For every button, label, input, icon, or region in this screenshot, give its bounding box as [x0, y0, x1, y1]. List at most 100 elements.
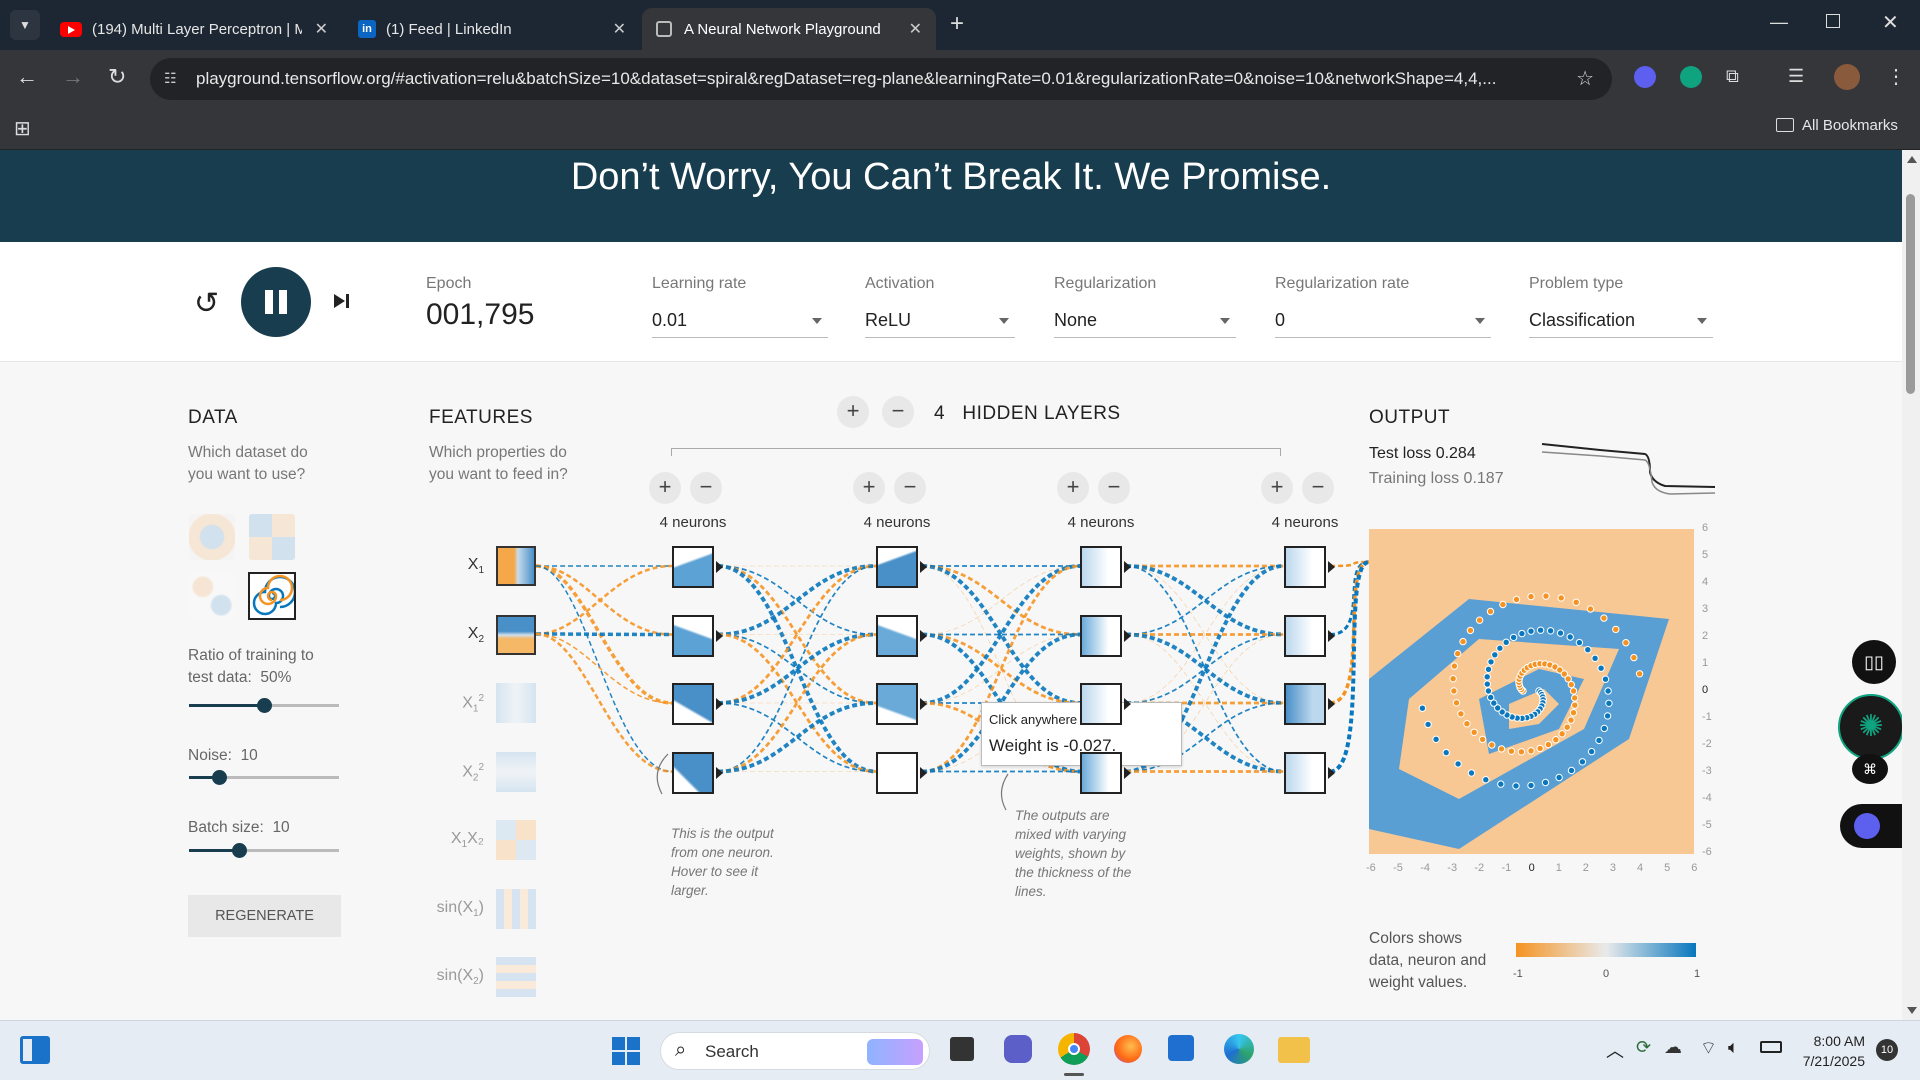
neuron[interactable]	[672, 546, 714, 588]
close-icon[interactable]: ✕	[315, 19, 328, 39]
neuron[interactable]	[876, 751, 918, 794]
grid-tool-button[interactable]: ⌘	[1852, 754, 1888, 784]
neuron[interactable]	[876, 546, 918, 588]
weight-link[interactable]	[535, 632, 673, 773]
weight-link[interactable]	[921, 564, 1081, 705]
media-icon[interactable]: ☰	[1788, 66, 1804, 87]
volume-icon[interactable]: 🔈︎	[1728, 1037, 1739, 1058]
tab-linkedin[interactable]: in (1) Feed | LinkedIn ✕	[344, 8, 640, 50]
page-scrollbar[interactable]	[1902, 150, 1920, 1020]
wifi-icon[interactable]: ⌔	[1700, 1037, 1717, 1060]
neuron[interactable]	[1284, 683, 1326, 725]
neuron[interactable]	[672, 683, 714, 725]
forward-icon[interactable]: →	[62, 64, 84, 90]
weight-link[interactable]	[717, 564, 877, 705]
regularization-rate-select[interactable]: 0	[1275, 310, 1491, 338]
weight-link[interactable]	[1125, 565, 1285, 704]
weight-link[interactable]	[921, 633, 1081, 705]
profile-avatar[interactable]	[1834, 64, 1860, 90]
weight-link[interactable]	[1329, 560, 1370, 705]
weight-link[interactable]	[921, 564, 1081, 705]
close-icon[interactable]: ✕	[909, 19, 922, 39]
remove-neuron-button[interactable]: −	[894, 472, 926, 504]
minimize-button[interactable]: —	[1770, 12, 1788, 33]
extensions-icon[interactable]: ⧉	[1726, 66, 1739, 87]
weight-link[interactable]	[717, 633, 877, 773]
reset-button[interactable]: ↺	[194, 286, 219, 321]
firefox-icon[interactable]	[1114, 1035, 1142, 1063]
neuron[interactable]	[1080, 546, 1122, 588]
weight-link[interactable]	[535, 633, 673, 704]
weight-link[interactable]	[717, 564, 877, 774]
edge-icon[interactable]	[1224, 1034, 1254, 1064]
task-view-icon[interactable]	[950, 1037, 974, 1061]
site-info-icon[interactable]: ☷	[164, 70, 177, 87]
add-neuron-button[interactable]: +	[649, 472, 681, 504]
chat-app-icon[interactable]	[1004, 1035, 1032, 1063]
tab-playground[interactable]: A Neural Network Playground ✕	[642, 8, 936, 50]
scrollbar-thumb[interactable]	[1906, 194, 1915, 394]
extension-icon[interactable]	[1634, 66, 1656, 88]
start-icon[interactable]	[612, 1037, 640, 1065]
notification-badge[interactable]: 10	[1876, 1039, 1898, 1061]
chrome-icon[interactable]	[1058, 1033, 1090, 1065]
file-explorer-icon[interactable]	[1278, 1037, 1310, 1063]
neuron[interactable]	[1080, 683, 1122, 725]
sync-icon[interactable]: ⟳	[1636, 1037, 1651, 1058]
close-window-button[interactable]: ✕	[1882, 10, 1899, 35]
weight-link[interactable]	[717, 633, 877, 773]
restore-button[interactable]	[1826, 14, 1840, 28]
address-bar[interactable]: ☷ playground.tensorflow.org/#activation=…	[150, 58, 1612, 100]
weight-link[interactable]	[535, 565, 673, 773]
back-icon[interactable]: ←	[16, 64, 38, 90]
weight-link[interactable]	[535, 564, 673, 636]
neuron[interactable]	[672, 614, 714, 657]
neuron[interactable]	[1284, 751, 1326, 794]
star-icon[interactable]: ☆	[1576, 66, 1594, 91]
clock[interactable]: 8:00 AM 7/21/2025	[1795, 1031, 1865, 1071]
apps-icon[interactable]: ⊞	[14, 116, 31, 141]
cloud-icon[interactable]: ☁	[1664, 1037, 1682, 1058]
neuron[interactable]	[876, 683, 918, 725]
weight-link[interactable]	[717, 565, 877, 773]
add-neuron-button[interactable]: +	[1057, 472, 1089, 504]
neuron[interactable]	[1080, 614, 1122, 657]
remove-neuron-button[interactable]: −	[690, 472, 722, 504]
menu-icon[interactable]: ⋮	[1886, 64, 1906, 89]
chevron-up-icon[interactable]: ︿	[1606, 1037, 1624, 1063]
tab-youtube[interactable]: (194) Multi Layer Perceptron | M ✕	[46, 8, 342, 50]
problem-type-select[interactable]: Classification	[1529, 310, 1713, 338]
weight-link[interactable]	[717, 632, 877, 705]
remove-neuron-button[interactable]: −	[1098, 472, 1130, 504]
reload-icon[interactable]: ↻	[108, 64, 126, 90]
reader-mode-button[interactable]: ▯▯	[1852, 640, 1896, 684]
tab-search-button[interactable]: ▼	[10, 10, 40, 40]
chatgpt-button[interactable]: ✺	[1838, 694, 1904, 760]
add-neuron-button[interactable]: +	[853, 472, 885, 504]
assistant-button[interactable]	[1840, 804, 1902, 848]
add-neuron-button[interactable]: +	[1261, 472, 1293, 504]
regularization-select[interactable]: None	[1054, 310, 1236, 338]
weight-link[interactable]	[921, 634, 1081, 704]
activation-select[interactable]: ReLU	[865, 310, 1015, 338]
neuron[interactable]	[1284, 614, 1326, 657]
remove-neuron-button[interactable]: −	[1302, 472, 1334, 504]
weight-link[interactable]	[717, 633, 877, 704]
neuron[interactable]	[876, 614, 918, 657]
step-button[interactable]	[332, 291, 352, 311]
weight-link[interactable]	[1125, 633, 1285, 704]
neuron[interactable]	[1284, 546, 1326, 588]
new-tab-button[interactable]: +	[950, 10, 964, 38]
widgets-icon[interactable]	[20, 1036, 50, 1064]
taskbar-search[interactable]: ⌕ Search	[660, 1032, 930, 1070]
weight-link[interactable]	[535, 564, 673, 636]
learning-rate-select[interactable]: 0.01	[652, 310, 828, 338]
battery-icon[interactable]	[1760, 1041, 1782, 1053]
weight-link[interactable]	[1125, 565, 1285, 704]
weight-link[interactable]	[535, 632, 673, 637]
weight-link[interactable]	[1329, 560, 1370, 636]
weight-link[interactable]	[1125, 632, 1285, 705]
chatgpt-extension-icon[interactable]	[1680, 66, 1702, 88]
neuron[interactable]	[1080, 751, 1122, 794]
store-icon[interactable]	[1168, 1035, 1194, 1061]
